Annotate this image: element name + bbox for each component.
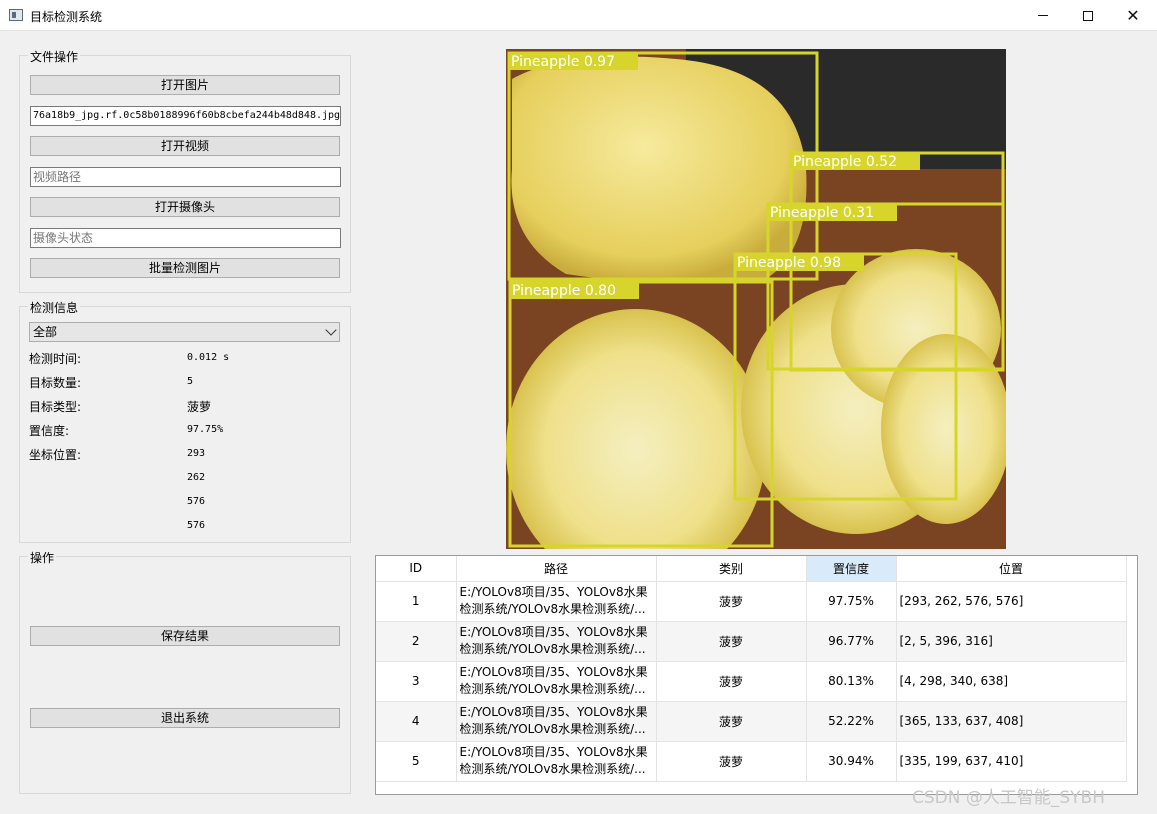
detection-label: Pineapple 0.97 — [511, 54, 615, 70]
target-type-label: 目标类型: — [29, 400, 82, 414]
coord-xmax: 576 — [187, 496, 206, 507]
coord-label: 坐标位置: — [29, 448, 82, 462]
path-line: E:/YOLOv8项目/35、YOLOv8水果 — [459, 625, 648, 639]
cell-position: [365, 133, 637, 408] — [896, 701, 1127, 742]
batch-detect-button[interactable]: 批量检测图片 — [30, 258, 340, 278]
detection-canvas: Pineapple 0.97 Pineapple 0.52 Pineapple 0.… — [506, 49, 1006, 549]
save-results-button[interactable]: 保存结果 — [30, 626, 340, 646]
path-line: E:/YOLOv8项目/35、YOLOv8水果 — [459, 745, 648, 759]
file-ops-title: 文件操作 — [28, 48, 81, 65]
cell-path: E:/YOLOv8项目/35、YOLOv8水果 检测系统/YOLOv8水果检测系统… — [456, 741, 657, 782]
minimize-icon — [1038, 15, 1048, 16]
path-line: E:/YOLOv8项目/35、YOLOv8水果 — [459, 585, 648, 599]
app-icon — [9, 9, 23, 21]
watermark: CSDN @人工智能_SYBH — [912, 788, 1105, 808]
cell-class: 菠萝 — [656, 741, 807, 782]
title-bar: 目标检测系统 ✕ — [0, 0, 1157, 31]
cell-class: 菠萝 — [656, 621, 807, 662]
window-title: 目标检测系统 — [30, 10, 103, 24]
camera-status-field[interactable]: 摄像头状态 — [30, 228, 341, 248]
path-line: 检测系统/YOLOv8水果检测系统/... — [459, 762, 646, 776]
path-line: 检测系统/YOLOv8水果检测系统/... — [459, 682, 646, 696]
path-line: E:/YOLOv8项目/35、YOLOv8水果 — [459, 665, 648, 679]
table-row[interactable]: 5 E:/YOLOv8项目/35、YOLOv8水果 检测系统/YOLOv8水果检测… — [376, 741, 1127, 782]
target-count-value: 5 — [187, 376, 194, 387]
table-row[interactable]: 1 E:/YOLOv8项目/35、YOLOv8水果 检测系统/YOLOv8水果检测… — [376, 581, 1127, 622]
cell-confidence: 52.22% — [806, 701, 897, 742]
confidence-value: 97.75% — [187, 424, 224, 435]
table-row[interactable]: 3 E:/YOLOv8项目/35、YOLOv8水果 检测系统/YOLOv8水果检测… — [376, 661, 1127, 702]
cell-confidence: 80.13% — [806, 661, 897, 702]
cell-position: [293, 262, 576, 576] — [896, 581, 1127, 622]
cell-path: E:/YOLOv8项目/35、YOLOv8水果 检测系统/YOLOv8水果检测系统… — [456, 661, 657, 702]
path-line: E:/YOLOv8项目/35、YOLOv8水果 — [459, 705, 648, 719]
target-count-label: 目标数量: — [29, 376, 82, 390]
detect-info-title: 检测信息 — [28, 299, 81, 316]
target-type-value: 菠萝 — [187, 400, 212, 414]
detection-label: Pineapple 0.52 — [793, 154, 897, 170]
cell-confidence: 96.77% — [806, 621, 897, 662]
close-icon: ✕ — [1126, 6, 1140, 25]
open-video-button[interactable]: 打开视频 — [30, 136, 340, 156]
ops-title: 操作 — [28, 549, 57, 566]
cell-id: 2 — [376, 621, 457, 662]
cell-class: 菠萝 — [656, 701, 807, 742]
coord-ymin: 262 — [187, 472, 206, 483]
table-row[interactable]: 4 E:/YOLOv8项目/35、YOLOv8水果 检测系统/YOLOv8水果检测… — [376, 701, 1127, 742]
cell-id: 3 — [376, 661, 457, 702]
target-filter-value: 全部 — [33, 325, 58, 339]
results-table[interactable]: ID 路径 类别 置信度 位置 1 E:/YOLOv8项目/35、YOLOv8水… — [375, 555, 1138, 795]
detect-time-value: 0.012 s — [187, 352, 230, 363]
coord-xmin: 293 — [187, 448, 206, 459]
detection-label: Pineapple 0.98 — [737, 255, 841, 271]
cell-id: 5 — [376, 741, 457, 782]
cell-id: 1 — [376, 581, 457, 622]
chevron-down-icon — [325, 324, 337, 336]
cell-id: 4 — [376, 701, 457, 742]
close-button[interactable]: ✕ — [1110, 0, 1156, 31]
detection-label: Pineapple 0.31 — [770, 205, 874, 221]
detect-time-label: 检测时间: — [29, 352, 82, 366]
cell-class: 菠萝 — [656, 661, 807, 702]
exit-system-button[interactable]: 退出系统 — [30, 708, 340, 728]
header-class[interactable]: 类别 — [656, 556, 807, 582]
open-image-button[interactable]: 打开图片 — [30, 75, 340, 95]
video-path-field[interactable]: 视频路径 — [30, 167, 341, 187]
cell-confidence: 30.94% — [806, 741, 897, 782]
cell-path: E:/YOLOv8项目/35、YOLOv8水果 检测系统/YOLOv8水果检测系统… — [456, 701, 657, 742]
header-id[interactable]: ID — [376, 556, 457, 582]
cell-position: [2, 5, 396, 316] — [896, 621, 1127, 662]
pineapple-slice — [881, 334, 1006, 524]
cell-path: E:/YOLOv8项目/35、YOLOv8水果 检测系统/YOLOv8水果检测系统… — [456, 581, 657, 622]
header-confidence[interactable]: 置信度 — [806, 556, 897, 582]
cell-position: [335, 199, 637, 410] — [896, 741, 1127, 782]
ops-group: 操作 — [19, 549, 351, 794]
image-path-field[interactable]: 76a18b9_jpg.rf.0c58b0188996f60b8cbefa244… — [30, 106, 341, 126]
cell-path: E:/YOLOv8项目/35、YOLOv8水果 检测系统/YOLOv8水果检测系统… — [456, 621, 657, 662]
maximize-button[interactable] — [1065, 0, 1111, 31]
header-path[interactable]: 路径 — [456, 556, 657, 582]
detection-image: Pineapple 0.97 Pineapple 0.52 Pineapple 0.… — [506, 49, 1006, 549]
pineapple-chunk — [511, 56, 807, 283]
open-camera-button[interactable]: 打开摄像头 — [30, 197, 340, 217]
target-filter-select[interactable]: 全部 — [29, 322, 340, 342]
path-line: 检测系统/YOLOv8水果检测系统/... — [459, 602, 646, 616]
path-line: 检测系统/YOLOv8水果检测系统/... — [459, 642, 646, 656]
coord-ymax: 576 — [187, 520, 206, 531]
table-header-row: ID 路径 类别 置信度 位置 — [376, 556, 1127, 582]
table-row[interactable]: 2 E:/YOLOv8项目/35、YOLOv8水果 检测系统/YOLOv8水果检测… — [376, 621, 1127, 662]
path-line: 检测系统/YOLOv8水果检测系统/... — [459, 722, 646, 736]
minimize-button[interactable] — [1020, 0, 1066, 31]
confidence-label: 置信度: — [29, 424, 70, 438]
cell-confidence: 97.75% — [806, 581, 897, 622]
cell-class: 菠萝 — [656, 581, 807, 622]
detection-label: Pineapple 0.80 — [512, 283, 616, 299]
maximize-icon — [1083, 10, 1093, 21]
header-position[interactable]: 位置 — [896, 556, 1127, 582]
cell-position: [4, 298, 340, 638] — [896, 661, 1127, 702]
